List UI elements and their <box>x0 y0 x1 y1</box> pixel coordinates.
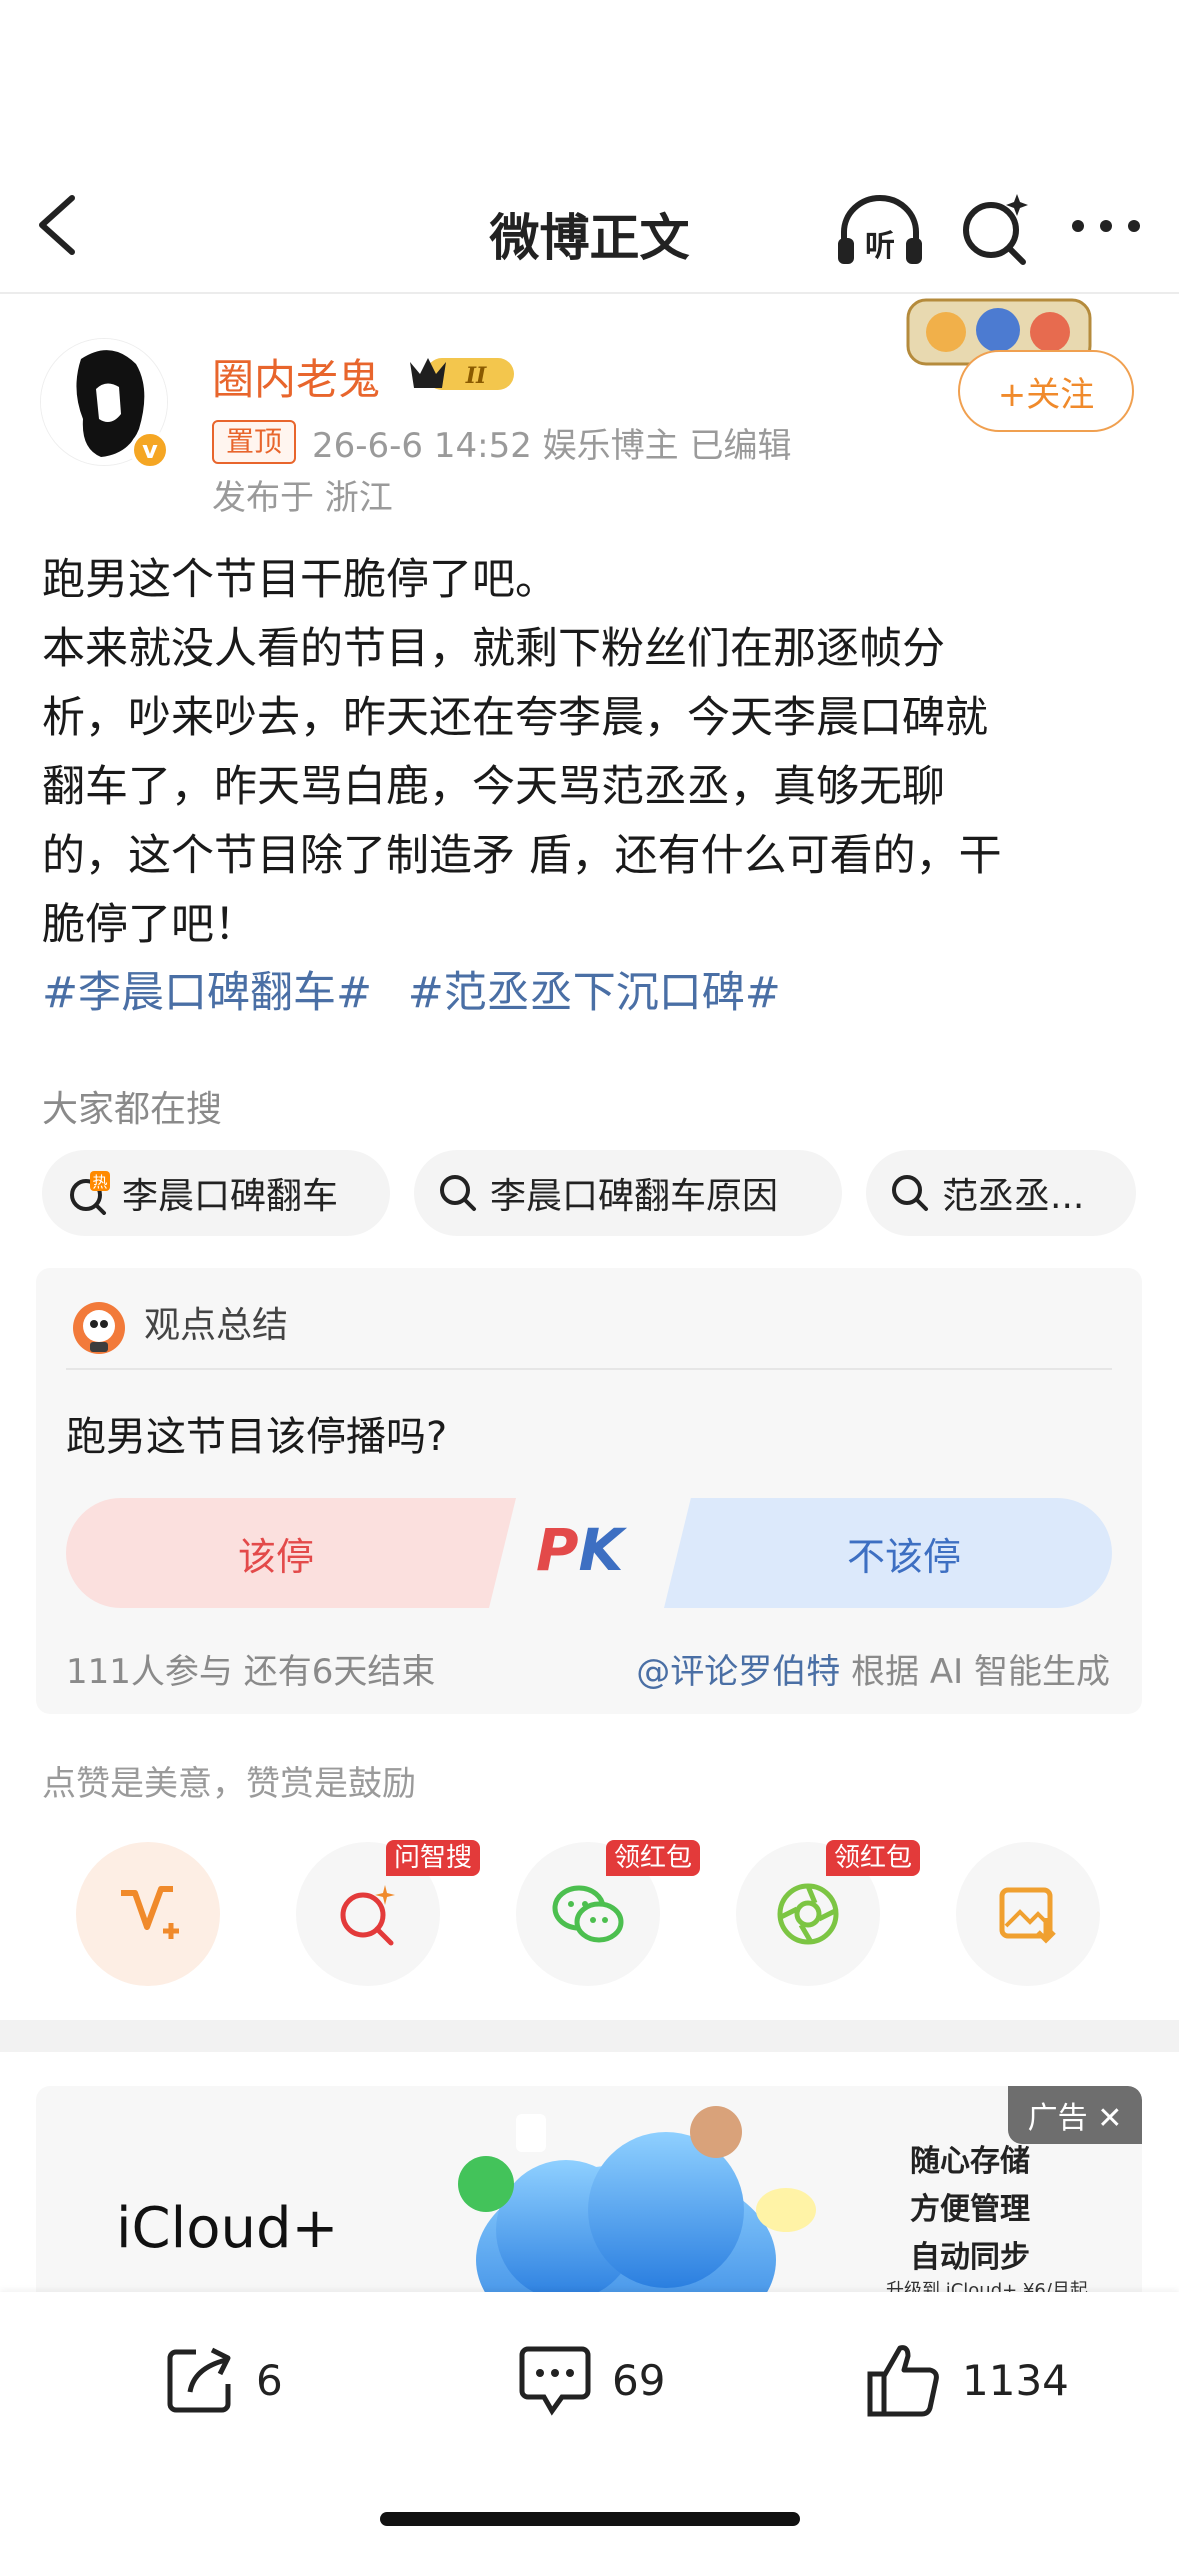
ad-line: 方便管理 <box>910 2192 1030 2227</box>
post-location: 发布于 浙江 <box>212 478 393 518</box>
vote-stats: 111人参与 还有6天结束 <box>66 1652 436 1692</box>
ad-line: 自动同步 <box>910 2240 1030 2275</box>
wechat-icon <box>552 1885 624 1943</box>
red-packet-tag: 领红包 <box>606 1840 701 1876</box>
v-plus-icon <box>121 1886 179 1939</box>
post-line: 跑男这个节目干脆停了吧。 <box>42 555 558 605</box>
comment-count: 69 <box>612 2355 666 2405</box>
hot-search-label: 大家都在搜 <box>42 1089 223 1130</box>
hashtag-link[interactable]: #范丞丞下沉口碑# <box>408 968 781 1018</box>
chip-label: 李晨口碑翻车原因 <box>490 1176 779 1217</box>
hashtag-link[interactable]: #李晨口碑翻车# <box>42 968 372 1018</box>
hot-search-chip[interactable]: 热 李晨口碑翻车 <box>42 1150 390 1236</box>
reward-button[interactable] <box>76 1842 220 1986</box>
ai-search-tag: 问智搜 <box>386 1840 481 1876</box>
chip-label: 范丞丞... <box>942 1176 1085 1217</box>
pinned-tag: 置顶 <box>212 420 297 464</box>
hot-tag: 热 <box>92 1173 107 1191</box>
thumbs-up-icon <box>867 2345 939 2417</box>
hot-search-icon: 热 <box>70 1171 110 1215</box>
robot-mascot-icon <box>73 1302 125 1354</box>
ad-line: 随心存储 <box>910 2144 1030 2179</box>
hashtags: #李晨口碑翻车# #范丞丞下沉口碑# <box>42 958 803 1020</box>
post-line: 析，吵来吵去，昨天还在夸李晨，今天李晨口碑就 <box>42 693 988 743</box>
like-count: 1134 <box>962 2355 1069 2405</box>
post-line: 脆停了吧！ <box>42 900 257 950</box>
search-icon <box>440 1175 476 1211</box>
ai-note-text: 根据 AI 智能生成 <box>840 1652 1110 1692</box>
ad-copy: 随心存储 方便管理 自动同步 <box>910 2138 1030 2282</box>
post-line: 的，这个节目除了制造矛 盾，还有什么可看的，干 <box>42 831 1002 881</box>
red-packet-tag: 领红包 <box>826 1840 921 1876</box>
moments-icon <box>777 1883 839 1945</box>
post-line: 本来就没人看的节目，就剩下粉丝们在那逐帧分 <box>42 624 945 674</box>
ai-search-icon[interactable] <box>955 188 1035 268</box>
listen-button[interactable]: 听 <box>832 192 928 268</box>
post-body: 跑男这个节目干脆停了吧。 本来就没人看的节目，就剩下粉丝们在那逐帧分 析，吵来吵… <box>42 546 1142 960</box>
vote-no-label[interactable]: 不该停 <box>696 1498 1112 1608</box>
save-image-icon <box>999 1887 1056 1944</box>
repost-icon <box>167 2347 231 2413</box>
ai-generated-note: @评论罗伯特 根据 AI 智能生成 <box>636 1644 1110 1693</box>
save-image-button[interactable] <box>956 1842 1100 1986</box>
section-divider <box>0 2020 1179 2052</box>
listen-label: 听 <box>865 229 895 264</box>
comment-icon <box>519 2346 591 2416</box>
reward-label: 点赞是美意，赞赏是鼓励 <box>42 1764 416 1804</box>
ad-brand: iCloud+ <box>116 2196 339 2261</box>
vote-yes-label[interactable]: 该停 <box>66 1498 486 1608</box>
like-button[interactable]: 1134 <box>864 2330 1069 2430</box>
follow-button[interactable]: +关注 <box>958 350 1134 432</box>
card-divider <box>66 1368 1112 1370</box>
more-icon[interactable] <box>1066 206 1146 246</box>
opinion-title: 观点总结 <box>144 1305 289 1346</box>
comment-button[interactable]: 69 <box>516 2330 665 2430</box>
opinion-question: 跑男这节目该停播吗? <box>66 1414 448 1460</box>
opinion-card: 观点总结 跑男这节目该停播吗? 该停 PK 不该停 111人参与 还有6天结束 … <box>36 1268 1142 1714</box>
search-icon <box>892 1175 928 1211</box>
ad-close-button[interactable]: 广告 ✕ <box>1008 2086 1142 2144</box>
repost-count: 6 <box>256 2355 283 2405</box>
header-divider <box>0 292 1179 294</box>
vip-level-badge-icon[interactable]: II <box>406 350 520 396</box>
chip-label: 李晨口碑翻车 <box>122 1176 339 1217</box>
ai-search-icon <box>340 1885 395 1946</box>
post-meta: 26-6-6 14:52 娱乐博主 已编辑 <box>312 426 792 466</box>
hot-search-chip[interactable]: 范丞丞... <box>866 1150 1136 1236</box>
pk-label: PK <box>536 1516 624 1584</box>
hot-search-chip[interactable]: 李晨口碑翻车原因 <box>414 1150 842 1236</box>
home-indicator[interactable] <box>380 2512 800 2526</box>
vip-level: II <box>465 363 487 389</box>
ai-mention-link[interactable]: @评论罗伯特 <box>636 1652 840 1692</box>
repost-button[interactable]: 6 <box>162 2330 283 2430</box>
headphones-icon: 听 <box>838 195 922 264</box>
author-name[interactable]: 圈内老鬼 <box>212 346 380 407</box>
verified-badge-icon: v <box>130 430 170 470</box>
post-line: 翻车了，昨天骂白鹿，今天骂范丞丞，真够无聊 <box>42 762 945 812</box>
